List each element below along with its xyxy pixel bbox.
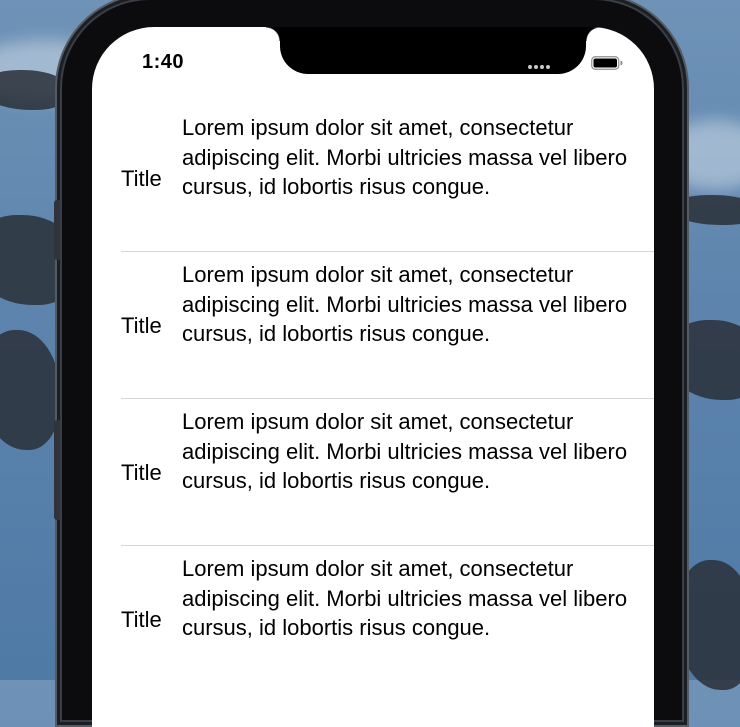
status-bar: 1:40 [92,27,654,77]
row-title: Title [121,606,162,632]
phone-screen: 1:40 Title Lorem ipsum dolor sit amet, c… [92,27,654,727]
table-row[interactable]: Title Lorem ipsum dolor sit amet, consec… [92,105,654,252]
row-body-text: Lorem ipsum dolor sit amet, consectetur … [182,556,628,640]
table-row[interactable]: Title Lorem ipsum dolor sit amet, consec… [92,546,654,693]
table-view[interactable]: Title Lorem ipsum dolor sit amet, consec… [92,105,654,693]
row-body-text: Lorem ipsum dolor sit amet, consectetur … [182,409,628,493]
row-body-text: Lorem ipsum dolor sit amet, consectetur … [182,262,628,346]
battery-icon [591,56,623,70]
row-body-text: Lorem ipsum dolor sit amet, consectetur … [182,115,628,199]
volume-down-button [54,420,60,520]
wallpaper-rock [0,330,60,450]
row-title: Title [121,165,162,191]
row-title: Title [121,459,162,485]
table-row[interactable]: Title Lorem ipsum dolor sit amet, consec… [92,252,654,399]
wallpaper-rock [675,560,740,690]
row-title: Title [121,312,162,338]
volume-up-button [54,200,60,260]
table-row[interactable]: Title Lorem ipsum dolor sit amet, consec… [92,399,654,546]
status-time: 1:40 [142,51,185,73]
wifi-icon [562,55,582,69]
phone-frame: 1:40 Title Lorem ipsum dolor sit amet, c… [54,0,682,727]
cellular-signal-icon [528,65,550,69]
